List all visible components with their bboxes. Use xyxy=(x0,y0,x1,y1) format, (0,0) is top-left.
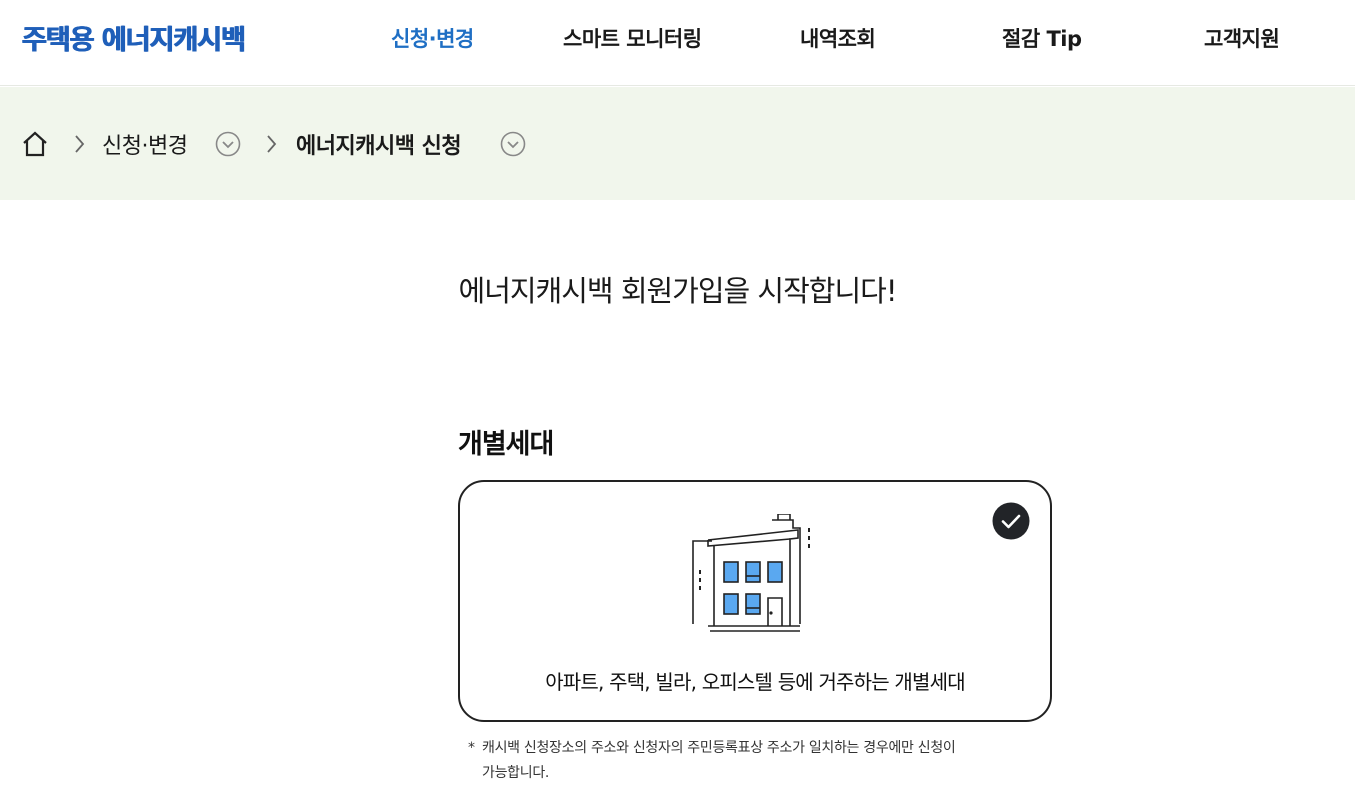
home-icon[interactable] xyxy=(22,131,48,157)
nav-customer-support[interactable]: 고객지원 xyxy=(1204,23,1280,53)
note-line-1: 캐시백 신청장소의 주소와 신청자의 주민등록표상 주소가 일치하는 경우에만 … xyxy=(482,740,956,756)
breadcrumb-item-apply-change[interactable]: 신청·변경 xyxy=(102,128,188,160)
page-title: 에너지캐시백 회원가입을 시작합니다! xyxy=(458,274,898,308)
chevron-right-icon xyxy=(75,135,85,153)
application-note: * 캐시백 신청장소의 주소와 신청자의 주민등록표상 주소가 일치하는 경우에… xyxy=(468,736,1048,786)
note-marker: * xyxy=(468,740,475,756)
breadcrumb xyxy=(0,87,1355,200)
nav-smart-monitoring[interactable]: 스마트 모니터링 xyxy=(563,23,702,53)
card-description: 아파트, 주택, 빌라, 오피스텔 등에 거주하는 개별세대 xyxy=(545,670,965,694)
breadcrumb-item-current[interactable]: 에너지캐시백 신청 xyxy=(296,128,462,160)
apartment-building-icon xyxy=(692,514,810,632)
check-icon xyxy=(992,502,1030,540)
site-header: 주택용 에너지캐시백 신청·변경 스마트 모니터링 내역조회 절감 Tip 고객… xyxy=(0,0,1355,86)
note-line-2: 가능합니다. xyxy=(482,765,550,781)
individual-household-option-card[interactable]: 아파트, 주택, 빌라, 오피스텔 등에 거주하는 개별세대 xyxy=(458,480,1052,722)
section-title-individual-household: 개별세대 xyxy=(458,429,554,460)
nav-saving-tip[interactable]: 절감 Tip xyxy=(1002,23,1082,53)
nav-history[interactable]: 내역조회 xyxy=(800,23,876,53)
chevron-right-icon xyxy=(267,135,277,153)
chevron-down-icon[interactable] xyxy=(215,131,241,157)
site-logo[interactable]: 주택용 에너지캐시백 xyxy=(22,18,246,57)
nav-apply-change[interactable]: 신청·변경 xyxy=(391,23,474,53)
chevron-down-icon[interactable] xyxy=(500,131,526,157)
